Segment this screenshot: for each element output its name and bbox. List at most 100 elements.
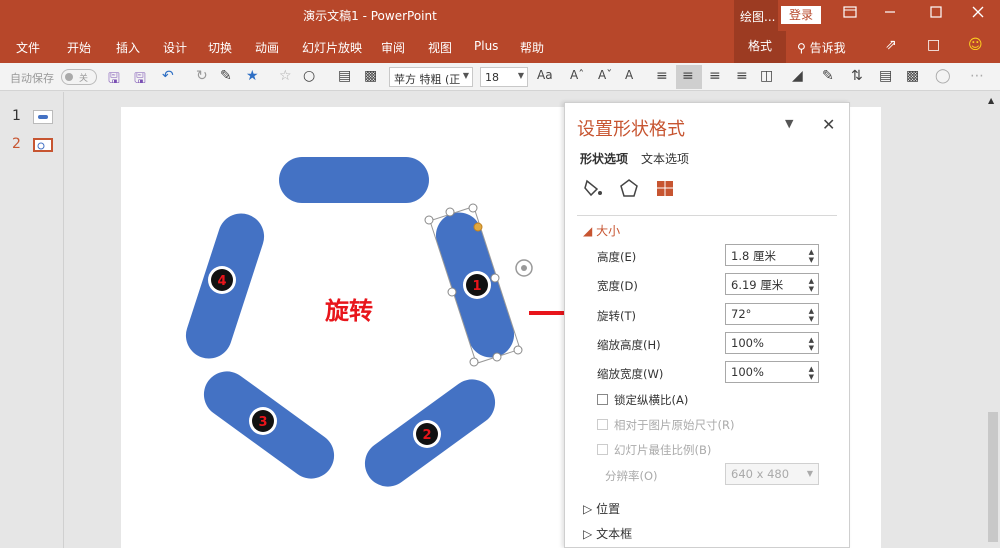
spin-down-icon[interactable]: ▼ [809,345,814,352]
font-name-select[interactable]: 苹方 特粗 (正 ▼ [389,67,473,87]
tab-review[interactable]: 审阅 [381,39,405,56]
scroll-up-icon[interactable]: ▲ [988,96,994,105]
save-icon[interactable]: 🖫 [134,68,146,92]
tab-insert[interactable]: 插入 [116,39,140,56]
spin-down-icon[interactable]: ▼ [809,374,814,381]
arrange-icon[interactable]: ◫ [760,68,773,84]
justify-icon[interactable]: ≡ [736,68,748,84]
save-as-icon[interactable]: 🖫 [108,68,120,92]
scrollbar-thumb[interactable] [988,412,998,542]
pane-close-icon[interactable]: ✕ [822,115,835,134]
drawing-tools-context[interactable]: 绘图... [734,0,778,31]
align-right-icon[interactable]: ≡ [709,68,721,84]
autosave-toggle[interactable]: 关 [61,69,97,85]
shrink-font-icon[interactable]: Aˇ [598,68,612,82]
maximize-icon[interactable] [914,0,958,31]
font-size-select[interactable]: 18 ▼ [480,67,528,87]
tab-design[interactable]: 设计 [163,39,187,56]
slide-thumbnail-2[interactable] [33,138,53,152]
close-icon[interactable] [956,0,1000,31]
tab-transitions[interactable]: 切换 [208,39,232,56]
undo-icon[interactable]: ↶ [162,68,174,84]
tab-slideshow[interactable]: 幻灯片放映 [302,39,362,56]
badge-2: 2 [413,420,441,448]
tab-animations[interactable]: 动画 [255,39,279,56]
comment-icon[interactable]: □ [927,37,940,53]
shape-fill-icon[interactable]: ◢ [792,68,803,84]
textbox-icon[interactable]: ▩ [364,68,377,84]
section-textbox-label: 文本框 [596,527,633,541]
font-color-icon[interactable]: A [625,68,633,82]
spin-up-icon[interactable]: ▲ [809,366,814,373]
tell-me-search[interactable]: ⚲ 告诉我 [797,39,846,56]
spin-up-icon[interactable]: ▲ [809,249,814,256]
pane-separator [577,215,837,216]
spin-up-icon[interactable]: ▲ [809,278,814,285]
star-icon[interactable]: ★ [246,68,259,84]
spin-up-icon[interactable]: ▲ [809,308,814,315]
tab-shape-options[interactable]: 形状选项 [580,150,628,167]
resolution-label: 分辨率(O) [605,469,658,483]
text-direction-icon[interactable]: ⇅ [851,68,863,84]
width-input[interactable]: 6.19 厘米 ▲ ▼ [725,273,819,295]
grow-font-icon[interactable]: Aˆ [570,68,584,82]
section-position[interactable]: ▷ 位置 [583,500,620,517]
section-size-label: 大小 [596,224,621,238]
rotate-annotation: 旋转 [324,297,373,325]
change-case-icon[interactable]: Aa [537,68,553,82]
align-left-icon[interactable]: ≡ [656,68,668,84]
rotation-input[interactable]: 72° ▲ ▼ [725,303,819,325]
more-icon[interactable]: ⋯ [970,68,984,84]
smiley-icon[interactable]: ☺ [968,37,983,53]
capsule-top[interactable] [279,157,429,203]
section-size[interactable]: ◢ 大小 [583,222,620,239]
lock-aspect-label: 锁定纵横比(A) [614,393,689,407]
size-properties-icon[interactable] [654,177,676,199]
effects-icon[interactable] [618,177,640,199]
rotate-handle-icon[interactable] [515,259,533,277]
align-center-icon[interactable]: ≡ [682,68,694,84]
adjust-handle[interactable] [473,222,483,232]
height-value: 1.8 厘米 [731,249,776,263]
toggle-knob [65,73,73,81]
shape-outline-icon[interactable]: ✎ [822,68,834,84]
checkbox-box[interactable] [597,394,608,405]
pane-options-icon[interactable]: ▼ [785,117,793,130]
tab-plus[interactable]: Plus [474,39,498,53]
height-input[interactable]: 1.8 厘米 ▲ ▼ [725,244,819,266]
vertical-scrollbar[interactable]: ▲ [985,92,1000,548]
redo-icon[interactable]: ↻ [196,68,208,84]
slide-thumbnail-1[interactable] [33,110,53,124]
lock-aspect-checkbox[interactable]: 锁定纵横比(A) [597,392,688,408]
tab-home[interactable]: 开始 [67,39,91,56]
shapes-icon[interactable]: ○ [303,68,315,84]
slide-layout-icon[interactable]: ▤ [338,68,351,84]
spin-up-icon[interactable]: ▲ [809,337,814,344]
spin-down-icon[interactable]: ▼ [809,257,814,264]
tab-view[interactable]: 视图 [428,39,452,56]
spin-down-icon[interactable]: ▼ [809,316,814,323]
tab-format[interactable]: 格式 [734,31,786,63]
badge-1: 1 [463,271,491,299]
spin-down-icon[interactable]: ▼ [809,286,814,293]
tab-text-options[interactable]: 文本选项 [641,150,689,167]
resolution-select: 640 x 480 ▼ [725,463,819,485]
section-textbox[interactable]: ▷ 文本框 [583,525,632,542]
tell-me-label: 告诉我 [809,41,846,55]
minimize-icon[interactable] [868,0,912,31]
format-painter-icon[interactable]: ✎ [220,68,232,84]
share-icon[interactable]: ⇗ [885,37,897,53]
merge-shapes-icon[interactable]: ◯ [935,68,951,84]
scale-height-value: 100% [731,336,764,350]
tab-help[interactable]: 帮助 [520,39,544,56]
chevron-down-icon: ▼ [806,469,813,478]
textbox-format-icon[interactable]: ▤ [879,68,892,84]
fill-line-icon[interactable] [582,177,604,199]
tab-file[interactable]: 文件 [16,39,40,56]
star-outline-icon[interactable]: ☆ [279,68,292,84]
group-icon[interactable]: ▩ [906,68,919,84]
ribbon-display-icon[interactable] [828,0,872,31]
login-button[interactable]: 登录 [781,6,821,24]
scale-width-input[interactable]: 100% ▲ ▼ [725,361,819,383]
scale-height-input[interactable]: 100% ▲ ▼ [725,332,819,354]
